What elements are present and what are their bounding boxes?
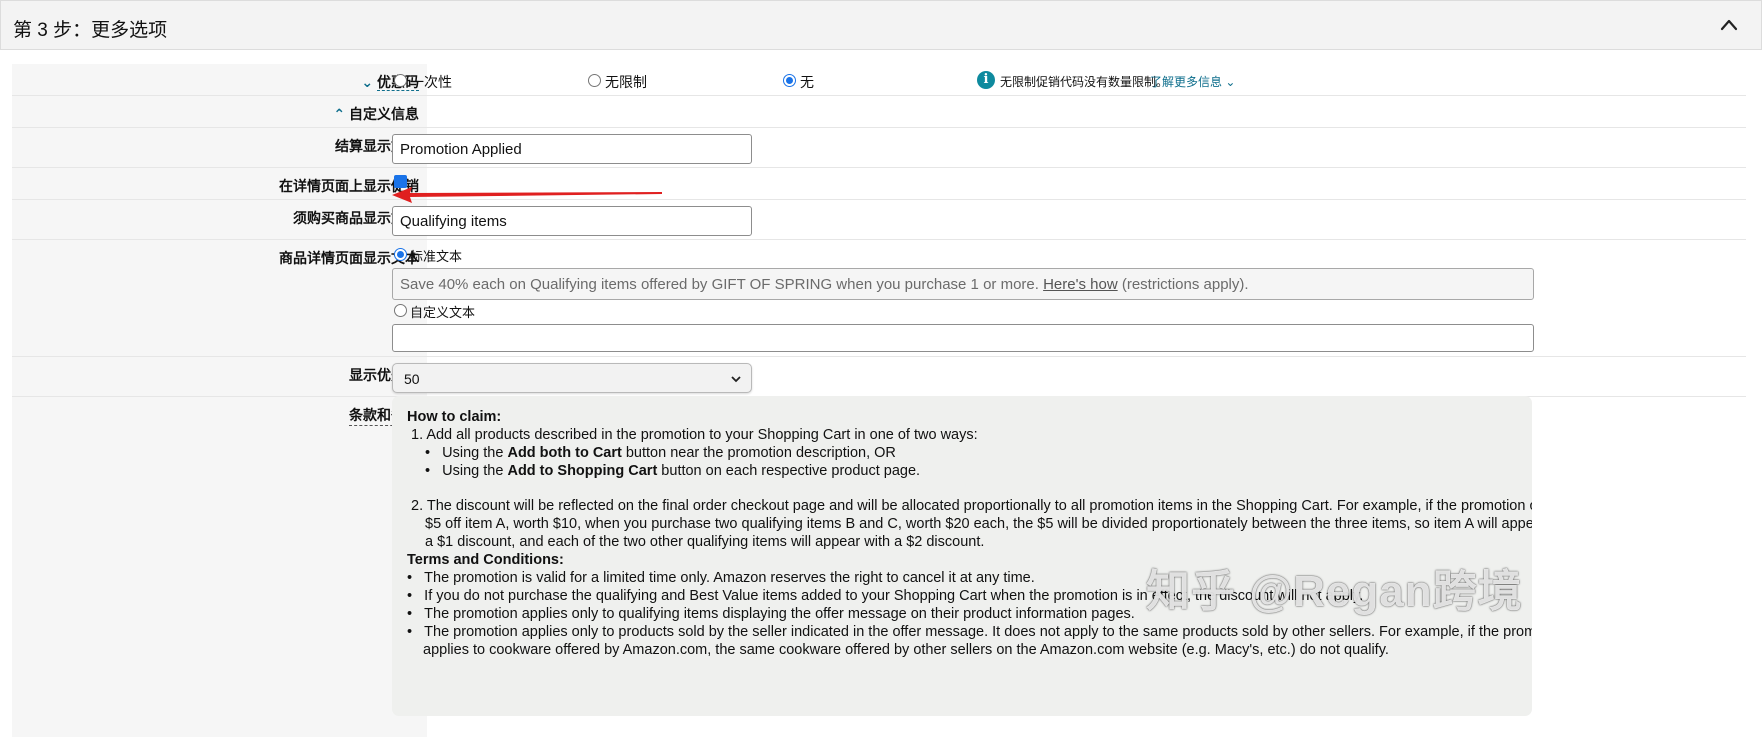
priority-select-value: 50	[404, 371, 420, 387]
custom-info-row: ⌃ 自定义信息	[12, 96, 1746, 128]
standard-text-value-post: (restrictions apply).	[1121, 276, 1249, 293]
learn-more-link-text: 了解更多信息	[1150, 75, 1223, 89]
qualifying-text-row: 须购买商品显示文本 Qualifying items	[12, 200, 1746, 240]
standard-text-radio[interactable]	[394, 248, 407, 261]
step-1-bullet-b: • Using the Add to Shopping Cart button …	[425, 463, 921, 479]
checkout-text-field-cell: Promotion Applied	[392, 128, 1746, 167]
step-1: 1. Add all products described in the pro…	[411, 427, 978, 443]
coupon-option-once-label: 一次性	[410, 74, 452, 90]
qualifying-text-input[interactable]: Qualifying items	[392, 206, 752, 236]
annotation-arrow	[392, 187, 662, 203]
coupon-info-text: 无限制促销代码没有数量限制。	[1000, 75, 1169, 89]
priority-row: 显示优先级 50	[12, 357, 1746, 397]
checkout-text-row: 结算显示文本 Promotion Applied	[12, 128, 1746, 168]
custom-info-toggle[interactable]: ⌃ 自定义信息	[333, 104, 419, 124]
priority-field: 50	[392, 357, 1746, 396]
detail-text-row: 商品详情页面显示文本 标准文本 Save 40% each on Qualify…	[12, 240, 1746, 357]
terms-item-4-line-1: • The promotion applies only to products…	[407, 624, 1532, 640]
learn-more-link[interactable]: 了解更多信息 ⌄	[1150, 73, 1235, 90]
custom-info-label-cell: ⌃ 自定义信息	[12, 96, 427, 127]
section-header[interactable]: 第 3 步：更多选项	[0, 0, 1762, 50]
watermark: 知乎 @Regan跨境	[1146, 567, 1523, 616]
custom-text-input[interactable]	[392, 324, 1534, 352]
terms-item-4-line-2: applies to cookware offered by Amazon.co…	[423, 642, 1389, 658]
coupon-option-none-radio[interactable]	[783, 74, 796, 87]
info-icon: i	[977, 71, 995, 89]
coupon-option-unlimited-radio[interactable]	[588, 74, 601, 87]
coupon-option-once-radio[interactable]	[394, 74, 407, 87]
how-to-claim-heading: How to claim:	[407, 409, 502, 425]
terms-label-cell: 条款和条件	[12, 397, 427, 737]
show-on-detail-label-cell: 在详情页面上显示促销	[12, 168, 427, 199]
coupon-field: 一次性 无限制 无 i 无限制促销代码没有数量限制。 了解更多信息 ⌄	[394, 64, 1746, 95]
standard-text-label: 标准文本	[410, 249, 463, 264]
priority-select[interactable]: 50	[392, 363, 752, 393]
custom-text-label: 自定义文本	[410, 305, 476, 320]
checkout-text-label-cell: 结算显示文本	[12, 128, 427, 167]
custom-text-radio[interactable]	[394, 304, 407, 317]
step-2-line-1: 2. The discount will be reflected on the…	[411, 498, 1532, 514]
qualifying-text-label-cell: 须购买商品显示文本	[12, 200, 427, 239]
checkout-text-input[interactable]: Promotion Applied	[392, 134, 752, 164]
show-on-detail-row: 在详情页面上显示促销	[12, 168, 1746, 200]
chevron-down-icon	[731, 376, 741, 383]
step-2-line-2: $5 off item A, worth $10, when you purch…	[425, 516, 1532, 532]
detail-text-field: 标准文本 Save 40% each on Qualifying items o…	[392, 240, 1746, 356]
priority-label-cell: 显示优先级	[12, 357, 427, 396]
coupon-label-cell: ⌄ 优惠码	[12, 64, 427, 95]
coupon-row: ⌄ 优惠码 一次性 无限制 无 i 无限制促销代码没有数量限制。 了解更多信息 …	[12, 64, 1746, 96]
detail-text-label-cell: 商品详情页面显示文本	[12, 240, 427, 356]
coupon-option-none-label: 无	[800, 74, 814, 90]
step-1-bullet-a: • Using the Add both to Cart button near…	[425, 445, 896, 461]
chevron-up-icon[interactable]	[1719, 15, 1739, 35]
heres-how-link[interactable]: Here's how	[1043, 276, 1118, 293]
step-2-line-3: a $1 discount, and each of the two other…	[425, 534, 985, 550]
standard-text-value-pre: Save 40% each on Qualifying items offere…	[400, 276, 1039, 293]
standard-text-display: Save 40% each on Qualifying items offere…	[392, 268, 1534, 300]
section-title: 第 3 步：更多选项	[13, 20, 168, 41]
custom-info-label: 自定义信息	[349, 106, 419, 122]
coupon-option-unlimited-label: 无限制	[605, 74, 647, 90]
